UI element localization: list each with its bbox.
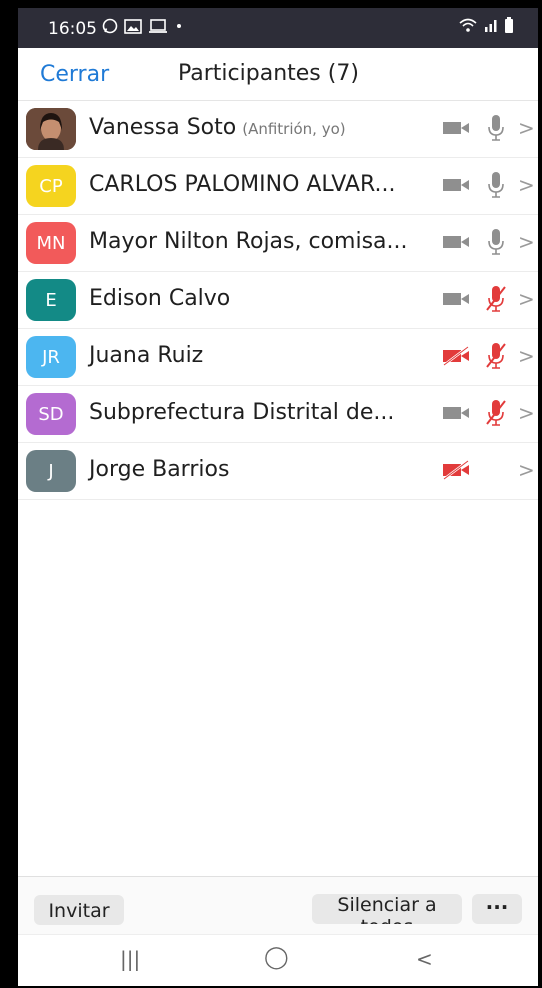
more-options-button[interactable]: ··· <box>472 894 522 924</box>
back-icon[interactable]: < <box>416 947 433 971</box>
notification-icons <box>102 18 184 34</box>
participant-row[interactable]: E Edison Calvo > <box>18 272 538 329</box>
profile-photo-icon <box>26 108 76 150</box>
avatar: JR <box>26 336 76 378</box>
video-icon <box>443 407 469 419</box>
participant-row[interactable]: J Jorge Barrios > <box>18 443 538 500</box>
android-nav-bar: ||| ◯ < <box>18 934 538 986</box>
microphone-icon <box>488 229 504 255</box>
participant-name: Subprefectura Distrital de... <box>89 400 395 425</box>
video-off-icon <box>443 460 469 480</box>
phone-screen: 16:05 Cerrar Participantes (7) Vanessa S… <box>18 8 538 986</box>
microphone-icon <box>488 172 504 198</box>
participant-name: Jorge Barrios <box>89 457 230 482</box>
chevron-right-icon[interactable]: > <box>518 458 535 482</box>
participant-name: Juana Ruiz <box>89 343 204 368</box>
avatar: SD <box>26 393 76 435</box>
video-icon <box>443 122 469 134</box>
chevron-right-icon[interactable]: > <box>518 173 535 197</box>
chevron-right-icon[interactable]: > <box>518 287 535 311</box>
avatar: J <box>26 450 76 492</box>
microphone-icon <box>488 115 504 141</box>
chevron-right-icon[interactable]: > <box>518 344 535 368</box>
avatar: MN <box>26 222 76 264</box>
signal-icon <box>485 20 497 32</box>
video-icon <box>443 179 469 191</box>
mute-all-button[interactable]: Silenciar a todos <box>312 894 462 924</box>
header: Cerrar Participantes (7) <box>18 48 538 101</box>
participant-row[interactable]: SD Subprefectura Distrital de... > <box>18 386 538 443</box>
status-time: 16:05 <box>48 19 97 39</box>
recent-apps-icon[interactable]: ||| <box>120 947 140 971</box>
participant-role: (Anfitrión, yo) <box>242 120 346 138</box>
participant-row[interactable]: CP CARLOS PALOMINO ALVAR... > <box>18 158 538 215</box>
video-off-icon <box>443 346 469 366</box>
home-icon[interactable]: ◯ <box>264 945 289 970</box>
participant-name: CARLOS PALOMINO ALVAR... <box>89 172 396 197</box>
battery-icon <box>505 17 513 33</box>
video-icon <box>443 293 469 305</box>
participant-name: Mayor Nilton Rojas, comisa... <box>89 229 408 254</box>
participant-name: Vanessa Soto (Anfitrión, yo) <box>89 115 346 140</box>
page-title: Participantes (7) <box>178 61 359 86</box>
avatar <box>26 108 76 150</box>
dot-icon <box>177 24 181 28</box>
participant-row[interactable]: JR Juana Ruiz > <box>18 329 538 386</box>
status-right-icons <box>458 17 514 33</box>
invite-button[interactable]: Invitar <box>34 895 124 925</box>
chevron-right-icon[interactable]: > <box>518 401 535 425</box>
whatsapp-icon <box>102 18 118 34</box>
microphone-muted-icon <box>486 286 506 312</box>
close-button[interactable]: Cerrar <box>40 62 109 87</box>
participant-row[interactable]: Vanessa Soto (Anfitrión, yo) > <box>18 101 538 158</box>
microphone-muted-icon <box>486 343 506 369</box>
laptop-icon <box>149 18 167 33</box>
microphone-muted-icon <box>486 400 506 426</box>
chevron-right-icon[interactable]: > <box>518 230 535 254</box>
chevron-right-icon[interactable]: > <box>518 116 535 140</box>
participant-list: Vanessa Soto (Anfitrión, yo) > CP CARLOS … <box>18 101 538 500</box>
video-icon <box>443 236 469 248</box>
image-icon <box>124 18 142 34</box>
wifi-icon <box>459 18 477 32</box>
avatar: E <box>26 279 76 321</box>
participant-name: Edison Calvo <box>89 286 231 311</box>
bottom-toolbar: Invitar Silenciar a todos ··· <box>18 876 538 935</box>
status-bar: 16:05 <box>18 8 538 48</box>
avatar: CP <box>26 165 76 207</box>
participant-row[interactable]: MN Mayor Nilton Rojas, comisa... > <box>18 215 538 272</box>
